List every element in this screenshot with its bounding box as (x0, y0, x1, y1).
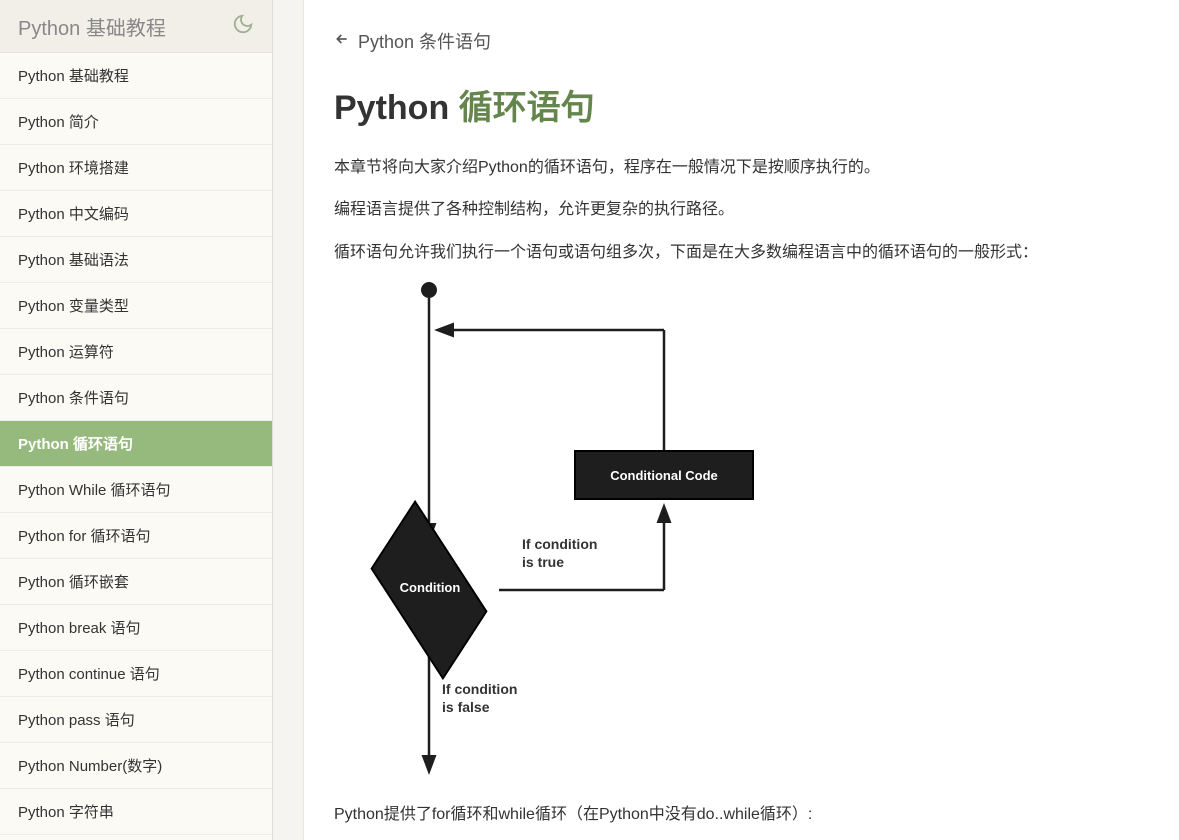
paragraph: Python提供了for循环和while循环（在Python中没有do..whi… (334, 800, 1149, 830)
prev-link-label: Python 条件语句 (358, 28, 491, 54)
paragraph: 本章节将向大家介绍Python的循环语句，程序在一般情况下是按顺序执行的。 (334, 153, 1149, 183)
arrow-left-icon (334, 31, 350, 52)
if-true-label: If conditionis true (522, 535, 597, 571)
sidebar-item[interactable]: Python 简介 (0, 99, 272, 145)
sidebar-item[interactable]: Python break 语句 (0, 605, 272, 651)
sidebar-title: Python 基础教程 (18, 12, 166, 41)
conditional-code-box: Conditional Code (574, 450, 754, 500)
sidebar-item[interactable]: Python 运算符 (0, 329, 272, 375)
condition-label: Condition (382, 580, 478, 595)
nav-list: Python 基础教程Python 简介Python 环境搭建Python 中文… (0, 53, 272, 840)
sidebar-item[interactable]: Python 基础教程 (0, 53, 272, 99)
sidebar-item[interactable]: Python 变量类型 (0, 283, 272, 329)
title-highlight: 循环语句 (459, 89, 595, 127)
sidebar-item[interactable]: Python 循环嵌套 (0, 559, 272, 605)
title-plain: Python (334, 89, 459, 127)
sidebar-item[interactable]: Python 基础语法 (0, 237, 272, 283)
sidebar-item[interactable]: Python 条件语句 (0, 375, 272, 421)
if-false-label: If conditionis false (442, 680, 517, 716)
sidebar-item[interactable]: Python Number(数字) (0, 743, 272, 789)
sidebar-item[interactable]: Python 环境搭建 (0, 145, 272, 191)
paragraph: 编程语言提供了各种控制结构，允许更复杂的执行路径。 (334, 195, 1149, 225)
sidebar-item[interactable]: Python pass 语句 (0, 697, 272, 743)
loop-diagram: Condition Conditional Code If conditioni… (354, 280, 754, 780)
content-wrap: Python 条件语句 Python 循环语句 本章节将向大家介绍Python的… (273, 0, 1179, 840)
main-content: Python 条件语句 Python 循环语句 本章节将向大家介绍Python的… (303, 0, 1179, 840)
prev-link[interactable]: Python 条件语句 (334, 8, 1149, 80)
page-title: Python 循环语句 (334, 80, 1149, 129)
sidebar-item[interactable]: Python 字符串 (0, 789, 272, 835)
sidebar: Python 基础教程 Python 基础教程Python 简介Python 环… (0, 0, 273, 840)
sidebar-item[interactable]: Python for 循环语句 (0, 513, 272, 559)
paragraph: 循环语句允许我们执行一个语句或语句组多次，下面是在大多数编程语言中的循环语句的一… (334, 238, 1149, 268)
sidebar-header: Python 基础教程 (0, 0, 272, 53)
sidebar-item[interactable]: Python 中文编码 (0, 191, 272, 237)
sidebar-item[interactable]: Python continue 语句 (0, 651, 272, 697)
sidebar-item[interactable]: Python 列表(List) (0, 835, 272, 840)
sidebar-item[interactable]: Python 循环语句 (0, 421, 272, 467)
sidebar-item[interactable]: Python While 循环语句 (0, 467, 272, 513)
moon-icon[interactable] (232, 13, 254, 40)
